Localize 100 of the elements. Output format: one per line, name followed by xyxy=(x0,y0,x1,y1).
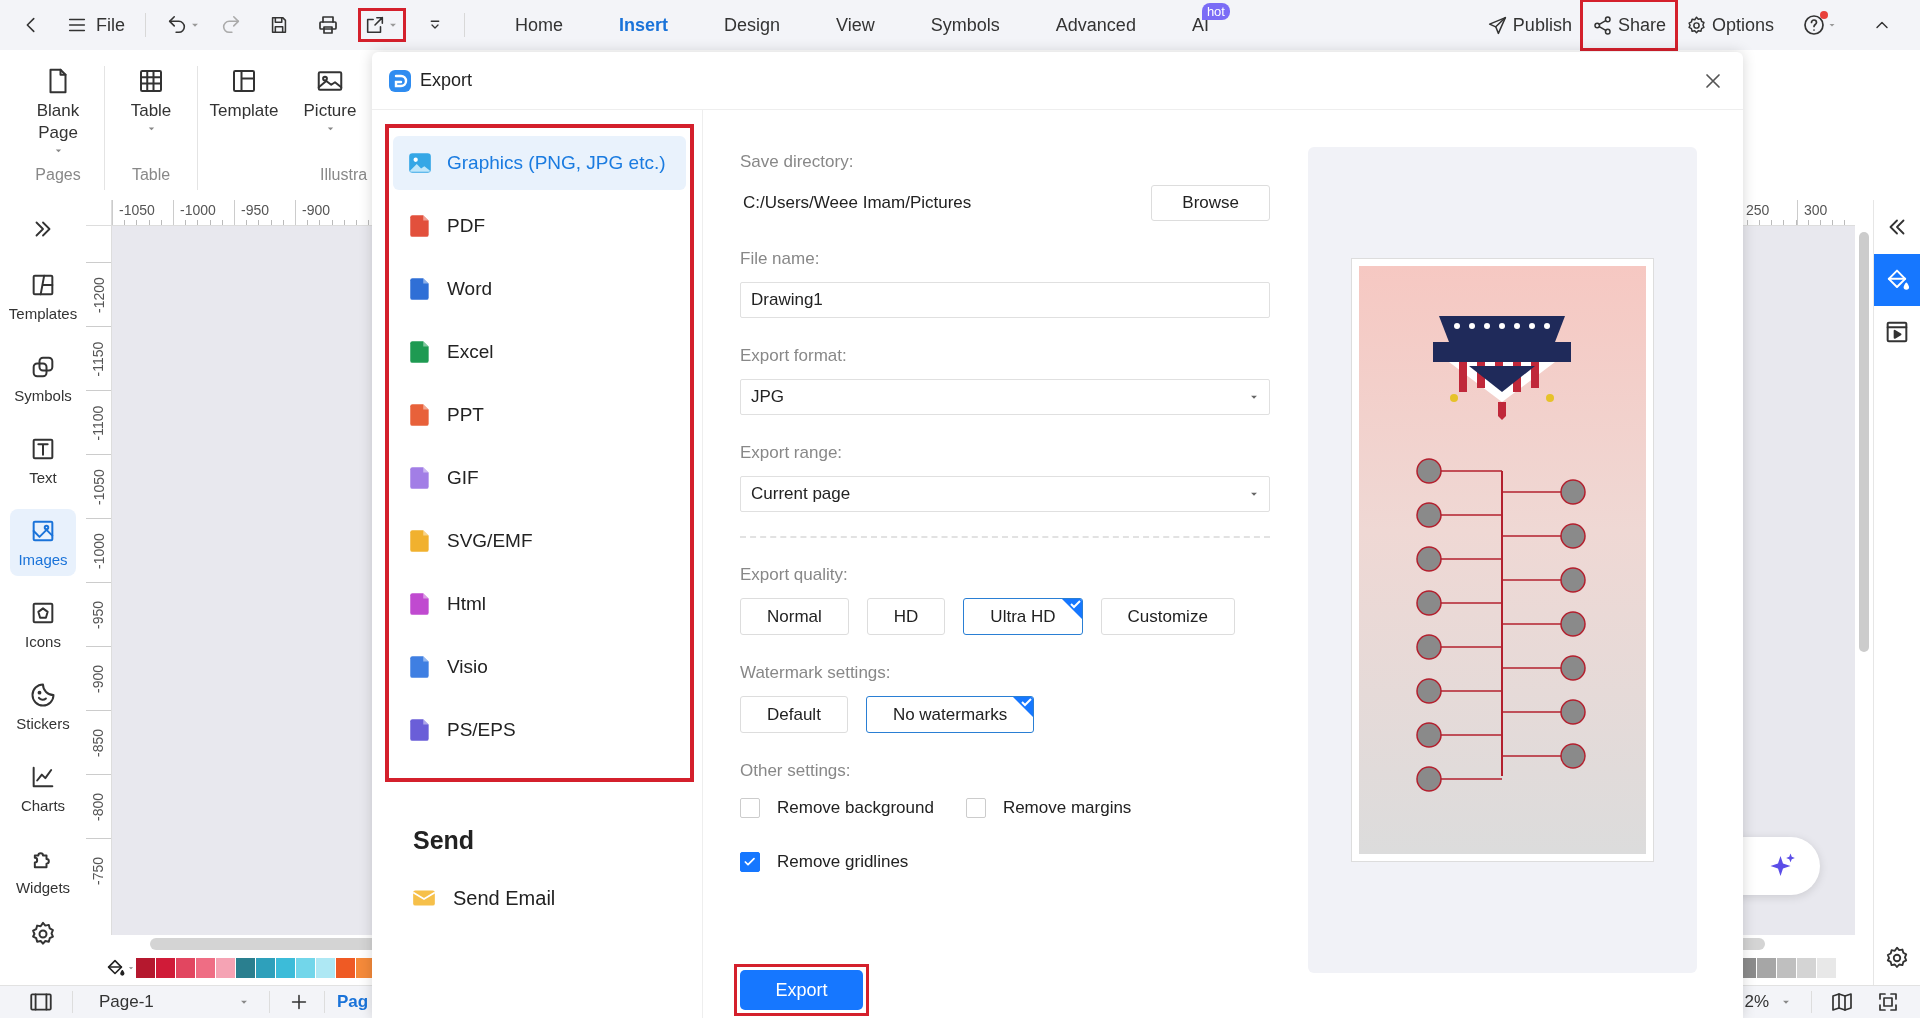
section-heading: Send xyxy=(413,826,476,855)
share-button[interactable]: Share xyxy=(1585,5,1672,45)
ribbon-picture-button[interactable]: Picture xyxy=(298,66,362,166)
option-button[interactable]: HD xyxy=(866,598,946,635)
sidebar-item[interactable]: Templates xyxy=(10,263,76,330)
paper-plane-icon xyxy=(1486,14,1508,36)
ruler-mark: -750 xyxy=(90,856,107,885)
ribbon-tab[interactable]: Symbols xyxy=(902,0,1028,50)
publish-button[interactable]: Publish xyxy=(1480,5,1578,45)
color-swatch[interactable] xyxy=(1817,958,1836,978)
sidebar-item[interactable]: Icons xyxy=(10,591,76,658)
group-label: Pages xyxy=(35,166,81,185)
sidebar-item[interactable]: Widgets xyxy=(10,837,76,904)
ribbon-table-button[interactable]: Table xyxy=(119,66,183,166)
color-swatch[interactable] xyxy=(136,958,155,978)
color-swatch[interactable] xyxy=(1777,958,1796,978)
ribbon-tab[interactable]: Advanced xyxy=(1027,0,1164,50)
page-tab[interactable]: Pag xyxy=(337,992,369,1012)
app-logo-icon xyxy=(388,68,412,93)
options-button[interactable]: Options xyxy=(1679,5,1780,45)
field-label: Watermark settings: xyxy=(740,662,892,684)
color-swatch[interactable] xyxy=(256,958,275,978)
sidebar-item[interactable]: Symbols xyxy=(10,345,76,412)
checkbox[interactable] xyxy=(965,798,986,818)
send-option[interactable]: Send Email xyxy=(411,885,556,911)
ribbon-template-button[interactable]: Template xyxy=(212,66,276,166)
scrollbar-thumb[interactable] xyxy=(1859,232,1869,652)
file-name-field[interactable]: Drawing1 xyxy=(740,282,1270,318)
undo-icon[interactable] xyxy=(166,14,188,36)
ruler-mark: -900 xyxy=(295,200,356,225)
format-option[interactable]: Graphics (PNG, JPG etc.) xyxy=(393,136,686,190)
redo-icon[interactable] xyxy=(220,14,242,36)
print-icon[interactable] xyxy=(316,13,340,37)
ruler-mark: -1050 xyxy=(112,200,173,225)
format-option[interactable]: SVG/EMF xyxy=(393,514,686,568)
option-button[interactable]: No watermarks xyxy=(865,696,1035,733)
settings-icon xyxy=(1685,14,1707,36)
settings-icon[interactable] xyxy=(1884,945,1910,971)
option-button[interactable]: Ultra HD xyxy=(963,598,1083,635)
color-swatch[interactable] xyxy=(176,958,195,978)
export-button[interactable]: Export xyxy=(740,970,863,1010)
share-icon xyxy=(1591,14,1613,36)
ribbon-page-button[interactable]: Blank Page xyxy=(26,66,90,166)
ruler-mark: -1000 xyxy=(173,200,234,225)
format-option[interactable]: GIF xyxy=(393,451,686,505)
format-option[interactable]: Visio xyxy=(393,640,686,694)
option-button[interactable]: Normal xyxy=(740,598,849,635)
color-swatch[interactable] xyxy=(1797,958,1816,978)
ribbon-tab[interactable]: Insert xyxy=(591,0,697,50)
sidebar-item[interactable]: Charts xyxy=(10,755,76,822)
sidebar-item[interactable]: Text xyxy=(10,427,76,494)
checkbox[interactable] xyxy=(740,852,760,872)
ruler-mark: -850 xyxy=(90,728,107,757)
fill-style-tab[interactable] xyxy=(1874,254,1920,306)
color-swatch[interactable] xyxy=(296,958,315,978)
format-option[interactable]: PS/EPS xyxy=(393,703,686,757)
browse-button[interactable]: Browse xyxy=(1151,185,1270,221)
sidebar-item[interactable]: Images xyxy=(10,509,76,576)
ribbon-tab[interactable]: View xyxy=(808,0,903,50)
fit-to-screen-icon[interactable] xyxy=(1876,990,1900,1014)
sidebar-item[interactable]: Stickers xyxy=(10,673,76,740)
field-label: Export format: xyxy=(740,345,848,367)
settings-icon[interactable] xyxy=(29,920,57,948)
ruler-mark: 300 xyxy=(1797,200,1855,225)
field-label: Save directory: xyxy=(740,151,855,173)
checkbox-label: Remove margins xyxy=(1002,798,1132,818)
field-label: Export quality: xyxy=(740,564,849,586)
option-button[interactable]: Default xyxy=(740,696,848,733)
format-option[interactable]: PPT xyxy=(393,388,686,442)
map-icon[interactable] xyxy=(1830,990,1854,1014)
zoom-dropdown[interactable]: 2% xyxy=(1744,992,1769,1012)
export-icon[interactable] xyxy=(364,14,386,36)
format-option[interactable]: Word xyxy=(393,262,686,316)
color-swatch[interactable] xyxy=(316,958,335,978)
format-option[interactable]: Html xyxy=(393,577,686,631)
option-button[interactable]: Customize xyxy=(1100,598,1235,635)
color-swatch[interactable] xyxy=(276,958,295,978)
ruler-mark: -1150 xyxy=(90,341,107,376)
color-swatch[interactable] xyxy=(1757,958,1776,978)
ruler-mark: -950 xyxy=(234,200,295,225)
dropdown-field[interactable]: Current page xyxy=(740,476,1270,512)
format-option[interactable]: PDF xyxy=(393,199,686,253)
color-swatch[interactable] xyxy=(336,958,355,978)
checkbox[interactable] xyxy=(740,798,760,818)
color-swatch[interactable] xyxy=(196,958,215,978)
ribbon-tab[interactable]: Design xyxy=(696,0,809,50)
checkbox-label: Remove background xyxy=(777,798,934,818)
color-swatch[interactable] xyxy=(216,958,235,978)
format-option[interactable]: Excel xyxy=(393,325,686,379)
page-dropdown[interactable]: Page-1 xyxy=(91,992,251,1012)
group-label: Table xyxy=(131,166,171,185)
checkbox-label: Remove gridlines xyxy=(777,852,909,872)
file-menu-button[interactable]: File xyxy=(60,7,131,43)
color-swatch[interactable] xyxy=(236,958,255,978)
ribbon-tab[interactable]: Home xyxy=(487,0,592,50)
ruler-mark: -900 xyxy=(90,664,107,693)
help-icon[interactable] xyxy=(1802,13,1826,37)
ruler-mark: -800 xyxy=(90,792,107,821)
dropdown-field[interactable]: JPG xyxy=(740,379,1270,415)
color-swatch[interactable] xyxy=(156,958,175,978)
